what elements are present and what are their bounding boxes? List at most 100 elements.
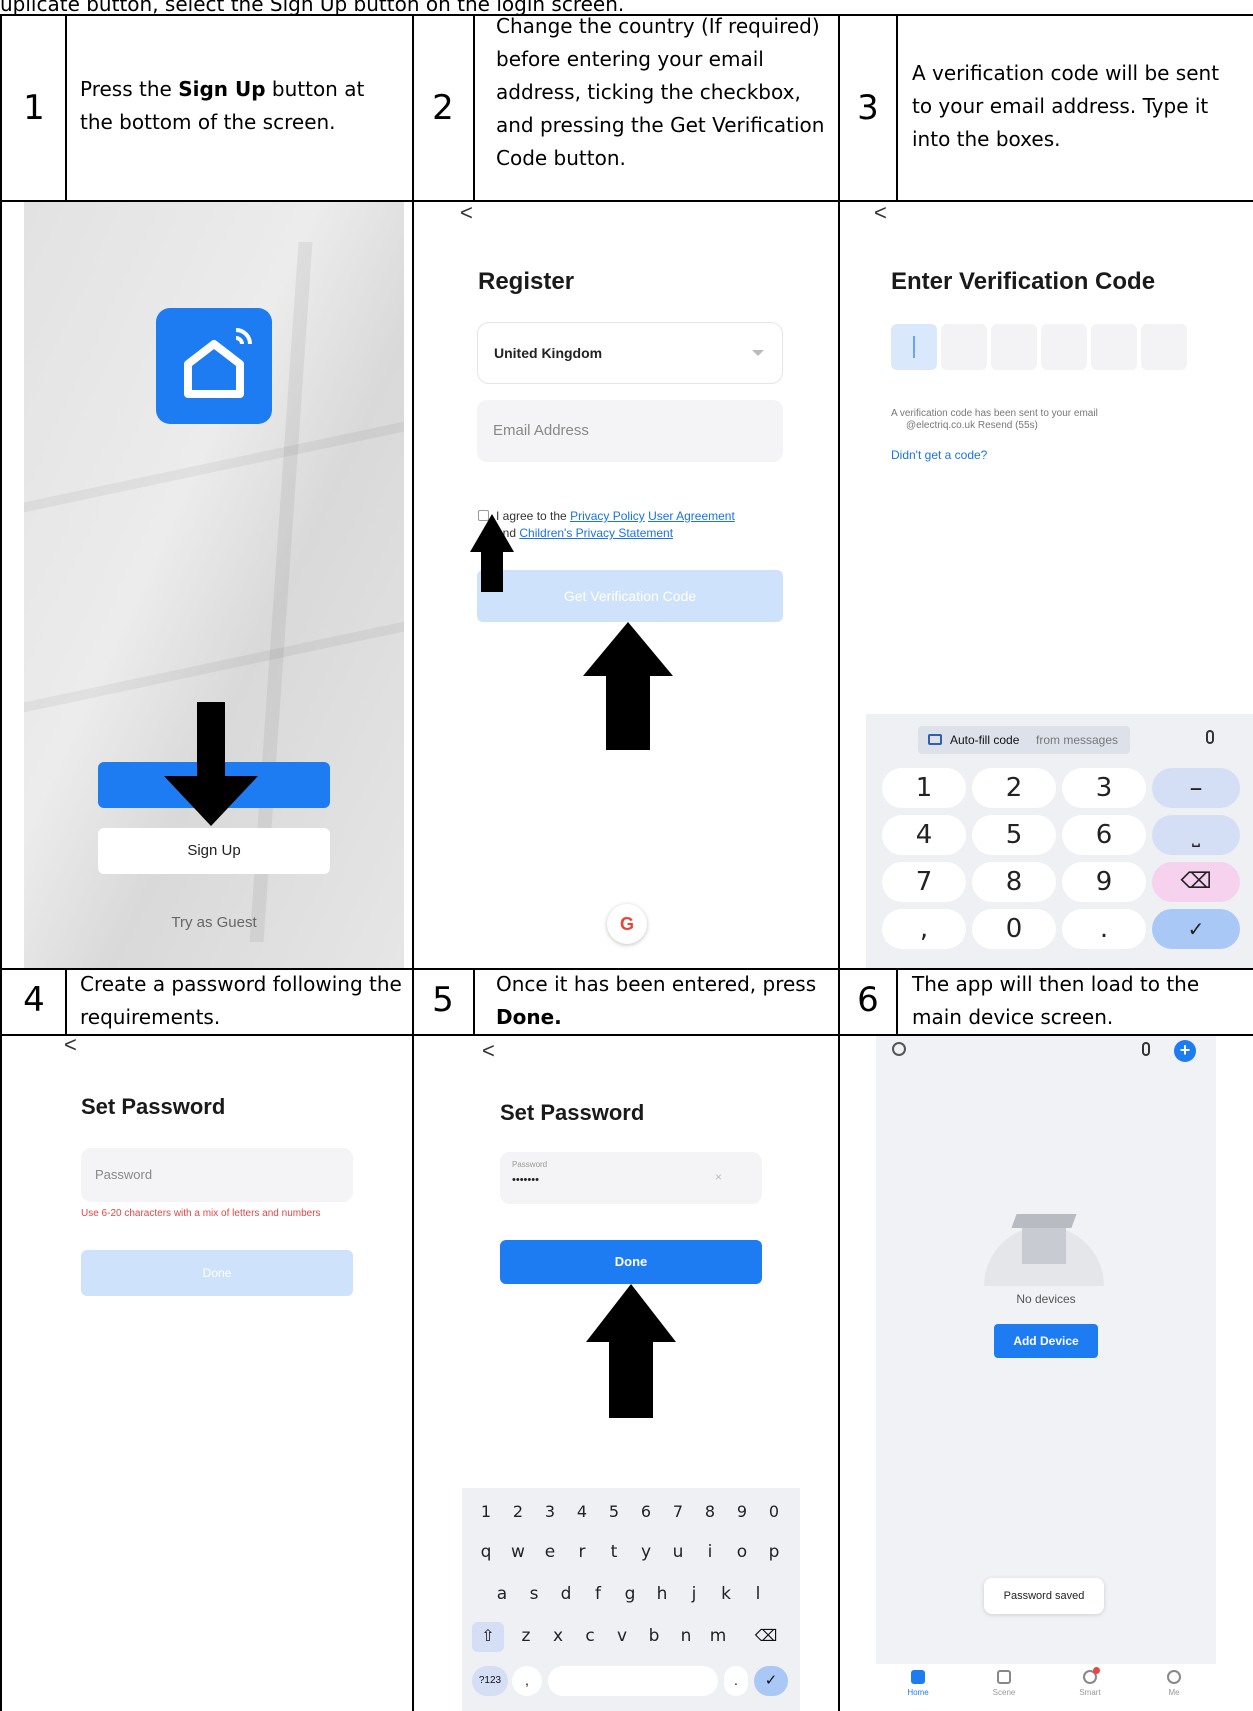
key-4[interactable]: 4	[882, 815, 966, 855]
code-box-3[interactable]	[991, 324, 1037, 370]
key-1[interactable]: 1	[470, 1502, 502, 1521]
add-device-plus-icon[interactable]: +	[1174, 1040, 1196, 1062]
get-verification-code-button[interactable]: Get Verification Code	[477, 570, 783, 622]
code-box-2[interactable]	[941, 324, 987, 370]
user-agreement-link[interactable]: User Agreement	[648, 509, 735, 523]
code-box-4[interactable]	[1041, 324, 1087, 370]
key-1[interactable]: 1	[882, 768, 966, 808]
key-a[interactable]: a	[486, 1584, 518, 1604]
key-o[interactable]: o	[726, 1542, 758, 1562]
email-field[interactable]: Email Address	[477, 400, 783, 462]
key-0[interactable]: 0	[758, 1502, 790, 1521]
key-space[interactable]: ⎵	[1152, 815, 1240, 855]
key-n[interactable]: n	[670, 1626, 702, 1646]
done-button[interactable]: Done	[500, 1240, 762, 1284]
tab-me[interactable]: Me	[1144, 1670, 1204, 1697]
tab-scene[interactable]: Scene	[974, 1670, 1034, 1697]
verification-title: Enter Verification Code	[891, 268, 1156, 295]
microphone-icon[interactable]	[1142, 1042, 1150, 1056]
key-z[interactable]: z	[510, 1626, 542, 1646]
done-button-disabled[interactable]: Done	[81, 1250, 353, 1296]
google-login-button[interactable]: G	[607, 904, 647, 944]
tab-home[interactable]: Home	[888, 1670, 948, 1697]
key-r[interactable]: r	[566, 1542, 598, 1562]
key-9[interactable]: 9	[726, 1502, 758, 1521]
screenshot-verification: < Enter Verification Code A verification…	[866, 202, 1253, 968]
country-select[interactable]: United Kingdom	[477, 322, 783, 384]
key-2[interactable]: 2	[972, 768, 1056, 808]
microphone-icon[interactable]	[1206, 730, 1214, 744]
key-period[interactable]: .	[724, 1666, 748, 1696]
back-chevron-icon[interactable]: <	[482, 1038, 495, 1064]
key-8[interactable]: 8	[694, 1502, 726, 1521]
code-boxes[interactable]	[891, 324, 1191, 370]
step-text-5: Once it has been entered, press Done.	[496, 968, 826, 1034]
back-chevron-icon[interactable]: <	[460, 202, 473, 226]
tab-smart[interactable]: Smart	[1060, 1667, 1120, 1697]
profile-icon[interactable]	[892, 1042, 906, 1056]
back-chevron-icon[interactable]: <	[64, 1036, 77, 1058]
privacy-policy-link[interactable]: Privacy Policy	[570, 509, 645, 523]
key-w[interactable]: w	[502, 1542, 534, 1562]
clear-icon[interactable]: ×	[715, 1170, 722, 1184]
key-h[interactable]: h	[646, 1584, 678, 1604]
key-v[interactable]: v	[606, 1626, 638, 1646]
key-4[interactable]: 4	[566, 1502, 598, 1521]
key-x[interactable]: x	[542, 1626, 574, 1646]
key-k[interactable]: k	[710, 1584, 742, 1604]
key-3[interactable]: 3	[1062, 768, 1146, 808]
key-8[interactable]: 8	[972, 862, 1056, 902]
key-g[interactable]: g	[614, 1584, 646, 1604]
key-5[interactable]: 5	[972, 815, 1056, 855]
key-p[interactable]: p	[758, 1542, 790, 1562]
enter-key-icon[interactable]: ✓	[754, 1666, 788, 1696]
key-s[interactable]: s	[518, 1584, 550, 1604]
key-0[interactable]: 0	[972, 909, 1056, 949]
key-m[interactable]: m	[702, 1626, 734, 1646]
cursor	[913, 336, 915, 358]
code-box-5[interactable]	[1091, 324, 1137, 370]
key-9[interactable]: 9	[1062, 862, 1146, 902]
code-box-6[interactable]	[1141, 324, 1187, 370]
password-field[interactable]: Password	[81, 1148, 353, 1202]
key-period[interactable]: .	[1062, 909, 1146, 949]
key-2[interactable]: 2	[502, 1502, 534, 1521]
didnt-get-code-link[interactable]: Didn't get a code?	[891, 448, 987, 462]
key-d[interactable]: d	[550, 1584, 582, 1604]
key-y[interactable]: y	[630, 1542, 662, 1562]
back-chevron-icon[interactable]: <	[874, 202, 887, 226]
backspace-key-icon[interactable]: ⌫	[746, 1622, 786, 1652]
key-5[interactable]: 5	[598, 1502, 630, 1521]
key-comma[interactable]: ,	[512, 1666, 542, 1696]
key-b[interactable]: b	[638, 1626, 670, 1646]
code-box-1[interactable]	[891, 324, 937, 370]
key-space[interactable]	[548, 1666, 718, 1696]
key-u[interactable]: u	[662, 1542, 694, 1562]
key-l[interactable]: l	[742, 1584, 774, 1604]
key-minus[interactable]: –	[1152, 768, 1240, 808]
grid-left-border	[0, 14, 2, 1711]
key-q[interactable]: q	[470, 1542, 502, 1562]
key-t[interactable]: t	[598, 1542, 630, 1562]
key-i[interactable]: i	[694, 1542, 726, 1562]
key-symbols[interactable]: ?123	[472, 1666, 508, 1696]
autofill-chip[interactable]: Auto-fill code from messages	[918, 726, 1130, 754]
childrens-privacy-link[interactable]: Children's Privacy Statement	[519, 526, 673, 540]
key-c[interactable]: c	[574, 1626, 606, 1646]
shift-key-icon[interactable]: ⇧	[472, 1622, 504, 1652]
key-6[interactable]: 6	[630, 1502, 662, 1521]
signup-button[interactable]: Sign Up	[98, 828, 330, 874]
key-7[interactable]: 7	[882, 862, 966, 902]
key-comma[interactable]: ,	[882, 909, 966, 949]
key-3[interactable]: 3	[534, 1502, 566, 1521]
key-j[interactable]: j	[678, 1584, 710, 1604]
key-f[interactable]: f	[582, 1584, 614, 1604]
password-field[interactable]: Password ••••••• ×	[500, 1152, 762, 1204]
key-enter[interactable]: ✓	[1152, 909, 1240, 949]
key-e[interactable]: e	[534, 1542, 566, 1562]
key-6[interactable]: 6	[1062, 815, 1146, 855]
key-backspace[interactable]: ⌫	[1152, 862, 1240, 902]
try-as-guest-link[interactable]: Try as Guest	[98, 914, 330, 931]
key-7[interactable]: 7	[662, 1502, 694, 1521]
add-device-button[interactable]: Add Device	[994, 1324, 1098, 1358]
